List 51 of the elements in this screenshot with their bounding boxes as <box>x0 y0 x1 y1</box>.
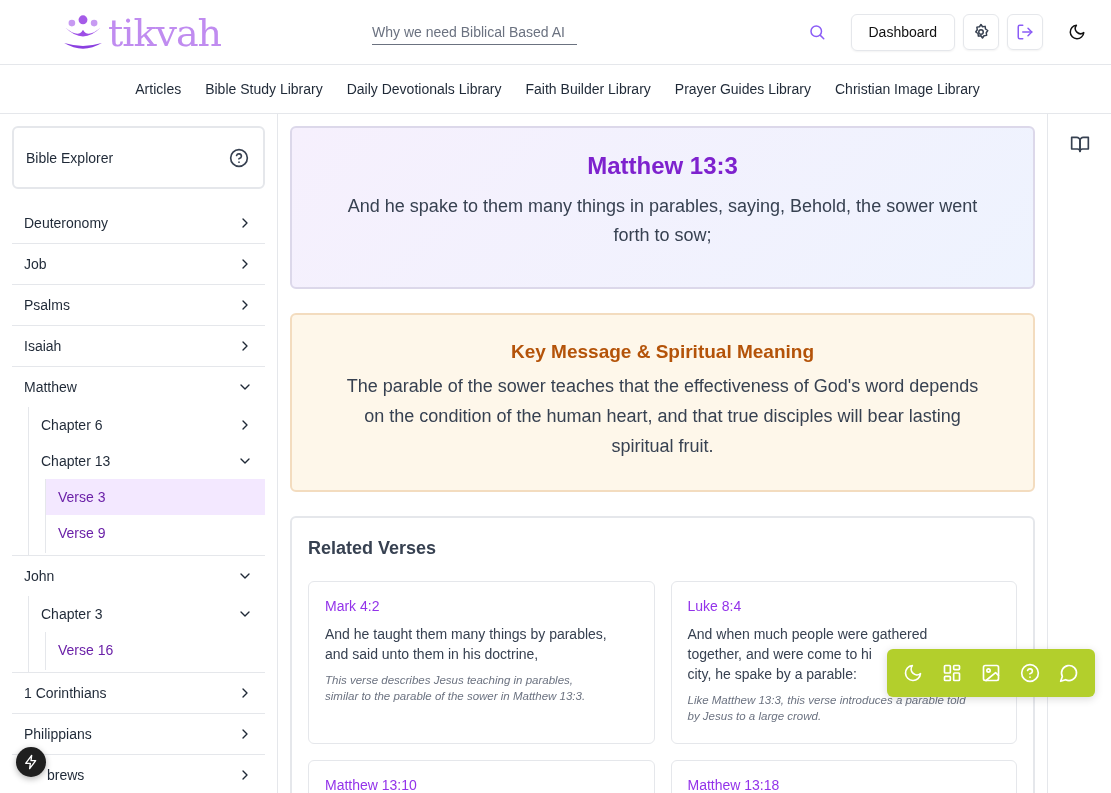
nav-link[interactable]: Daily Devotionals Library <box>346 81 502 97</box>
verse-reference: Matthew 13:3 <box>586 152 739 180</box>
book-item[interactable]: 1 Corinthians <box>12 673 265 713</box>
moon-icon <box>1068 23 1086 41</box>
logout-button[interactable] <box>1007 14 1043 50</box>
verse-item[interactable]: Verse 9 <box>46 515 265 551</box>
chapter-item[interactable]: Chapter 13 <box>29 443 265 479</box>
book-item[interactable]: Philippians <box>12 714 265 754</box>
book-icon <box>1069 134 1090 154</box>
verse-link[interactable]: Mark 4:2 <box>325 598 638 614</box>
book-item[interactable]: Psalms <box>12 285 265 325</box>
key-message-text: The parable of the sower teaches that the effectiveness of God's word depends on the condition of the human heart, and that true disciples will bear lasting spiritual fruit. <box>345 375 980 458</box>
image-icon <box>980 663 1001 683</box>
help-icon <box>1020 663 1041 683</box>
book-item[interactable]: brews <box>12 755 265 793</box>
chapter-item[interactable]: Chapter 6 <box>29 407 265 443</box>
nav-link[interactable]: Prayer Guides Library <box>674 81 811 97</box>
nav-link[interactable]: Bible Study Library <box>205 81 323 97</box>
verse-link[interactable]: Matthew 13:18 <box>687 777 1000 793</box>
verse-item[interactable]: Verse 16 <box>46 632 265 668</box>
key-message-title: Key Message & Spiritual Meaning <box>510 341 815 363</box>
grid-icon <box>941 663 962 683</box>
verse-link[interactable]: Matthew 13:10 <box>325 777 638 793</box>
book-item[interactable]: John <box>12 556 265 596</box>
book-item[interactable]: Matthew <box>12 367 265 407</box>
chapter-item[interactable]: Chapter 3 <box>29 596 265 632</box>
moon-icon <box>902 663 923 683</box>
nav-link[interactable]: Articles <box>135 81 182 97</box>
book-item[interactable]: Isaiah <box>12 326 265 366</box>
verse-item[interactable]: Verse 3 <box>46 479 265 515</box>
book-item[interactable]: Job <box>12 244 265 284</box>
settings-icon <box>972 23 990 41</box>
verse-note: This verse describes Jesus teaching in parables, similar to the parable of the sower in Matthew 13:3. <box>325 673 587 704</box>
verse-text: And he taught them many things by parables, and said unto them in his doctrine, <box>325 625 608 664</box>
explorer-title: Bible Explorer <box>26 149 114 166</box>
settings-button[interactable] <box>963 14 999 50</box>
related-verses-title: Related Verses <box>308 538 438 559</box>
chat-icon <box>1059 663 1080 683</box>
dashboard-button[interactable]: Dashboard <box>850 13 955 51</box>
nav-link[interactable]: Faith Builder Library <box>525 81 651 97</box>
logout-icon <box>1016 23 1034 41</box>
verse-text: And he spake to them many things in parables, saying, Behold, the sower went forth to sow; <box>346 195 979 247</box>
verse-link[interactable]: Luke 8:4 <box>687 598 1000 614</box>
verse-note: Like Matthew 13:3, this verse introduces a parable told by Jesus to a large crowd. <box>687 693 967 724</box>
help-icon <box>229 147 249 168</box>
nav-link[interactable]: Christian Image Library <box>835 81 980 97</box>
lightning-icon <box>23 754 39 770</box>
book-item[interactable]: Deuteronomy <box>12 203 265 243</box>
search-icon <box>807 23 826 41</box>
lightning-button[interactable] <box>16 747 46 777</box>
verse-text: city, he spake by a parable: <box>687 665 857 684</box>
